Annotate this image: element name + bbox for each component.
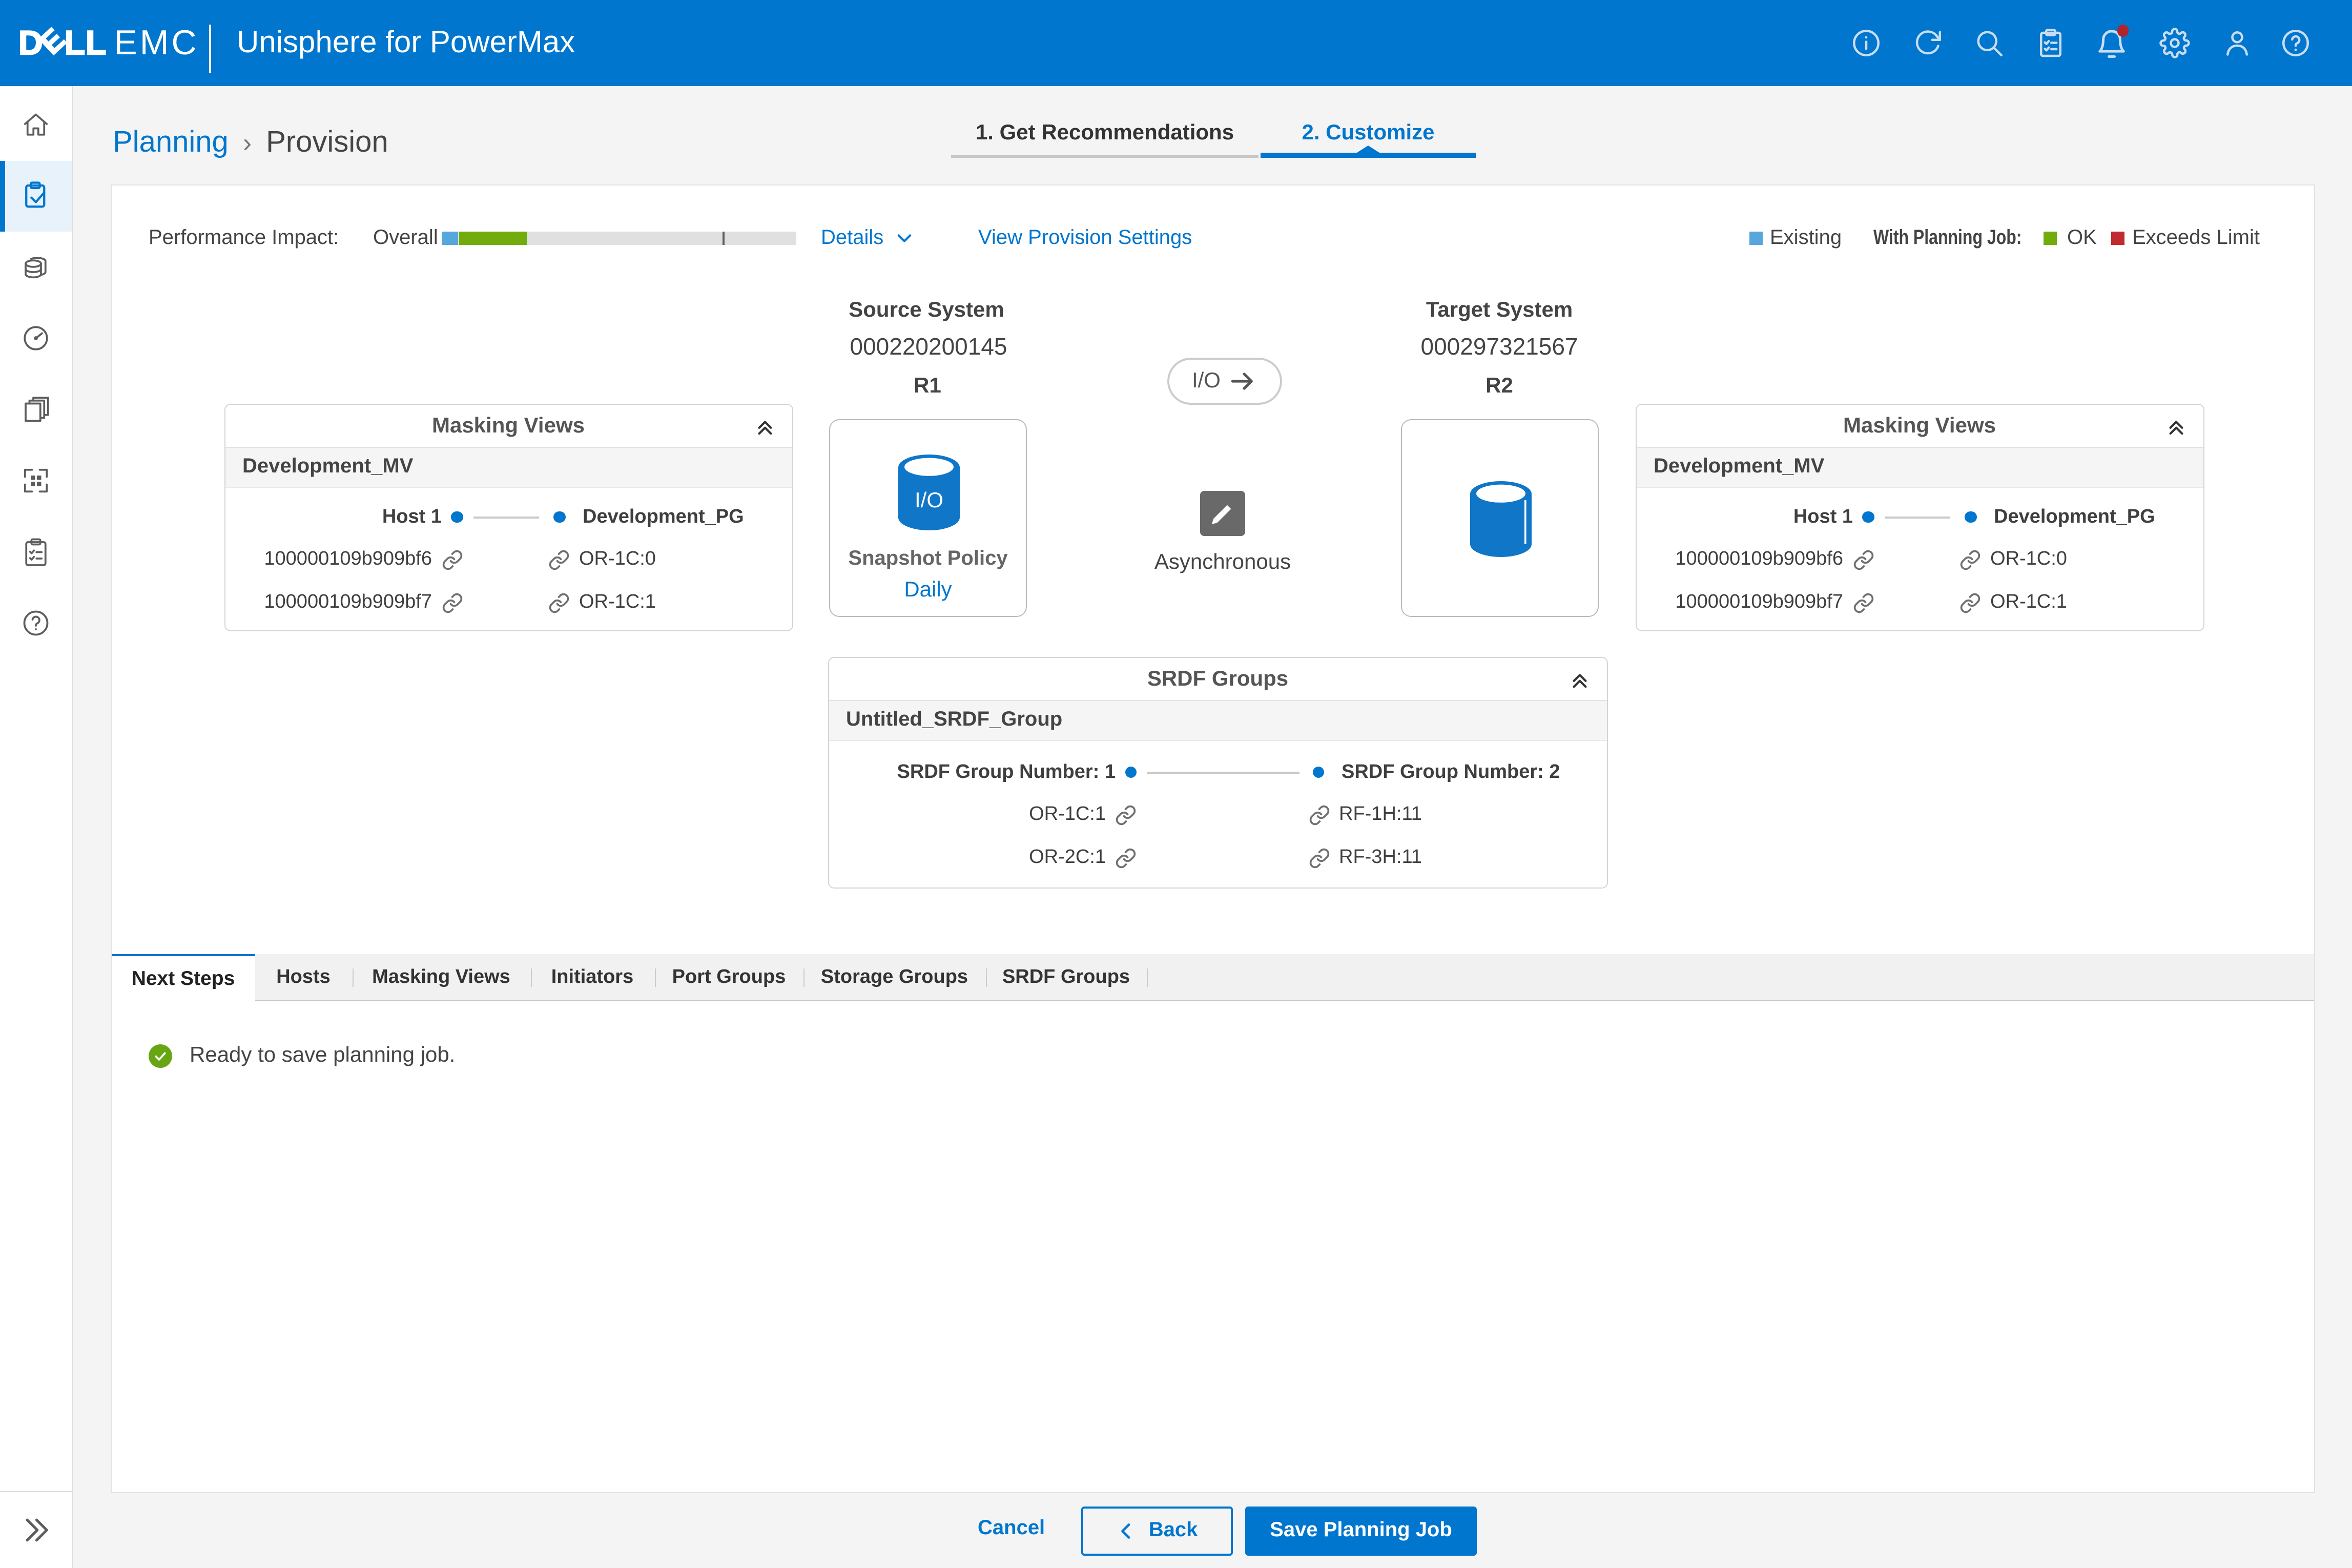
svg-text:I/O: I/O — [914, 488, 943, 512]
